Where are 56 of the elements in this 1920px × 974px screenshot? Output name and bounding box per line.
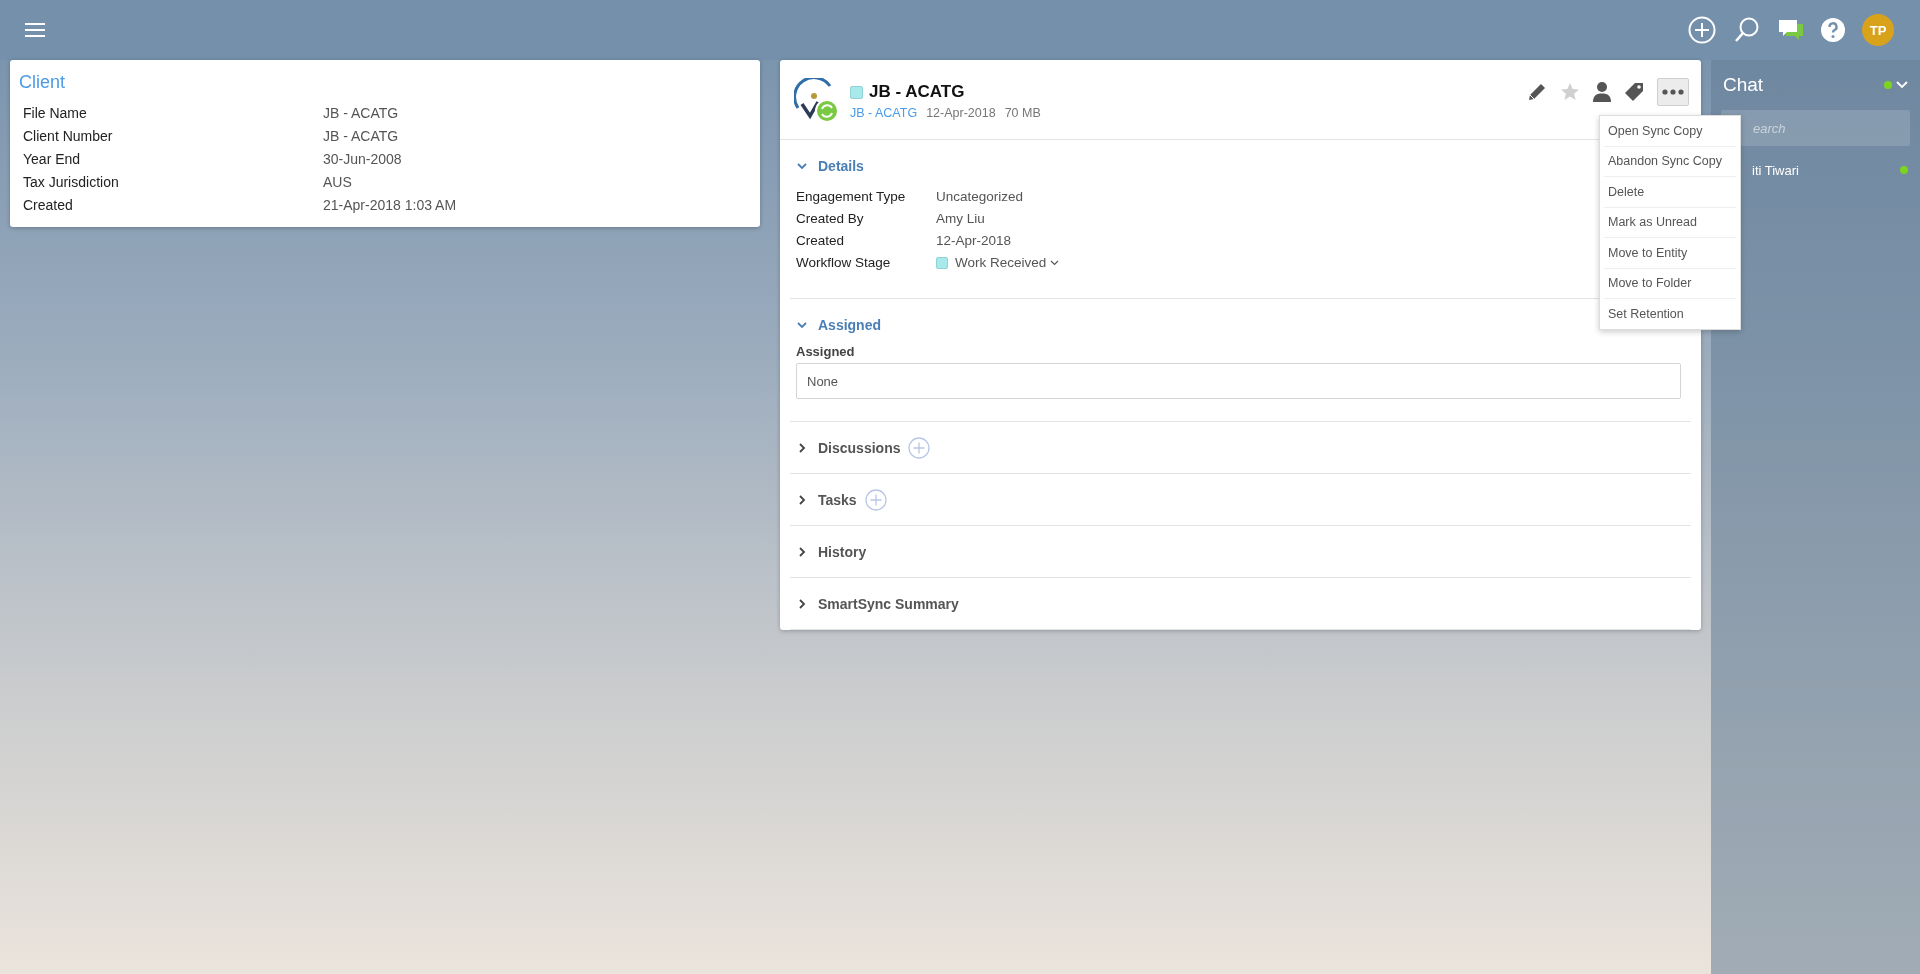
tag-icon[interactable]	[1624, 82, 1644, 102]
document-date: 12-Apr-2018	[926, 106, 996, 120]
document-size: 70 MB	[1004, 106, 1041, 120]
section-header[interactable]: Details	[818, 157, 864, 174]
field-label: Engagement Type	[796, 189, 906, 204]
section-header[interactable]: Discussions	[818, 439, 901, 456]
field-value: JB - ACATG	[323, 128, 399, 144]
field-label: Created By	[796, 211, 864, 226]
more-button[interactable]	[1657, 78, 1689, 106]
menu-item[interactable]: Set Retention	[1604, 299, 1736, 329]
search-icon[interactable]	[1733, 16, 1761, 44]
field-value: 12-Apr-2018	[936, 233, 1012, 248]
menu-item[interactable]: Move to Folder	[1604, 268, 1736, 299]
assigned-field[interactable]: None	[796, 363, 1681, 399]
chat-title: Chat	[1723, 74, 1764, 96]
field-value: 30-Jun-2008	[323, 151, 402, 167]
caret-icon	[1050, 259, 1060, 266]
dots-icon	[1662, 89, 1684, 95]
chevron-right-icon[interactable]	[796, 545, 808, 558]
section-header[interactable]: SmartSync Summary	[818, 595, 959, 612]
color-tag-icon	[850, 85, 863, 99]
field-value: Uncategorized	[936, 189, 1024, 204]
chevron-right-icon[interactable]	[796, 441, 808, 454]
person-icon[interactable]	[1593, 82, 1611, 102]
chevron-right-icon[interactable]	[796, 493, 808, 506]
field-value: AUS	[323, 174, 352, 190]
field-label: Workflow Stage	[796, 255, 891, 270]
workflow-stage-dropdown[interactable]: Work Received	[936, 255, 1060, 270]
menu-item[interactable]: Move to Entity	[1604, 238, 1736, 269]
section-header[interactable]: History	[818, 543, 867, 560]
field-value: 21-Apr-2018 1:03 AM	[323, 197, 457, 213]
field-value: JB - ACATG	[323, 105, 399, 121]
card-title: Client	[19, 72, 67, 93]
field-value: Amy Liu	[936, 211, 985, 226]
chevron-right-icon[interactable]	[796, 597, 808, 610]
document-title: JB - ACATG	[869, 82, 965, 102]
sync-document-icon	[794, 78, 840, 124]
chevron-down-icon[interactable]	[1896, 81, 1908, 89]
menu-item[interactable]: Delete	[1604, 177, 1736, 208]
field-label: File Name	[23, 105, 87, 121]
menu-icon[interactable]	[25, 23, 45, 37]
field-label: Created	[796, 233, 845, 248]
field-label: Created	[23, 197, 73, 213]
star-icon[interactable]	[1560, 82, 1580, 102]
field-label: Tax Jurisdiction	[23, 174, 119, 190]
menu-item[interactable]: Open Sync Copy	[1604, 116, 1736, 147]
field-label: Year End	[23, 151, 81, 167]
menu-item[interactable]: Mark as Unread	[1604, 207, 1736, 238]
field-label: Assigned	[796, 344, 856, 359]
help-icon[interactable]	[1821, 18, 1845, 42]
menu-item[interactable]: Abandon Sync Copy	[1604, 146, 1736, 177]
field-label: Client Number	[23, 128, 113, 144]
section-header[interactable]: Tasks	[818, 491, 857, 508]
chat-bubbles-icon[interactable]	[1778, 18, 1804, 42]
section-header[interactable]: Assigned	[818, 316, 881, 333]
pencil-icon[interactable]	[1527, 82, 1547, 102]
